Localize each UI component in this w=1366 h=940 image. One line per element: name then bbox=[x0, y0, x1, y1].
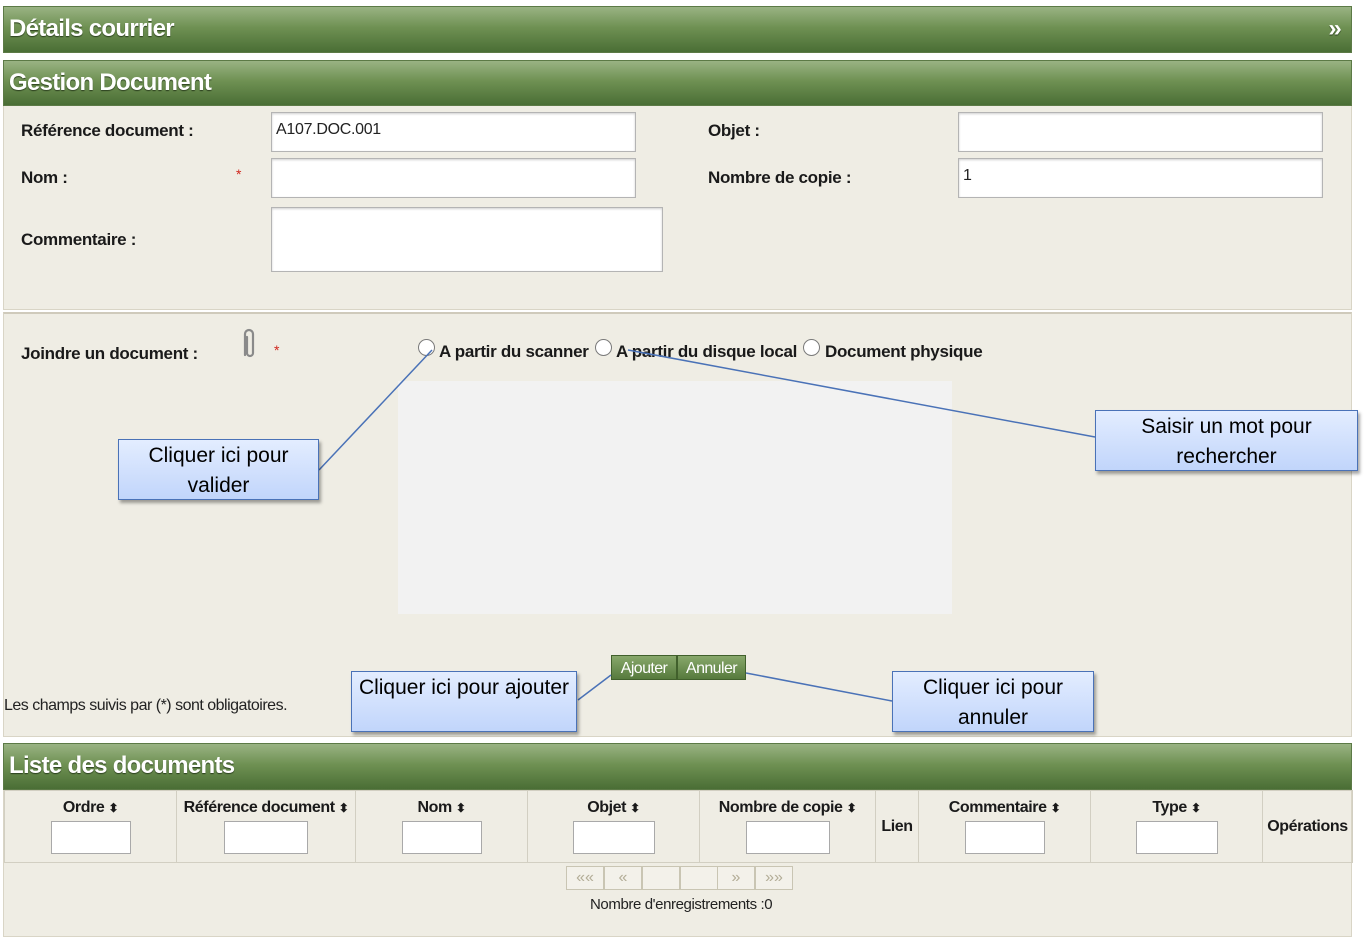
required-star: * bbox=[236, 166, 242, 182]
callout-rechercher: Saisir un mot pour rechercher bbox=[1095, 410, 1358, 471]
document-physique-option-label[interactable]: Document physique bbox=[825, 342, 983, 362]
column-operations: Opérations bbox=[1262, 790, 1353, 863]
callout-valider: Cliquer ici pour valider bbox=[118, 439, 319, 500]
commentaire-textarea[interactable] bbox=[271, 207, 663, 272]
column-nom-label: Nom bbox=[417, 799, 452, 816]
callout-ajouter: Cliquer ici pour ajouter bbox=[351, 671, 577, 732]
ajouter-button[interactable]: Ajouter bbox=[611, 655, 677, 680]
filter-type-input[interactable] bbox=[1135, 821, 1218, 854]
objet-input[interactable] bbox=[958, 112, 1323, 152]
filter-reference-input[interactable] bbox=[224, 821, 308, 854]
column-copies-label: Nombre de copie bbox=[718, 799, 843, 816]
reference-label: Référence document : bbox=[21, 121, 194, 140]
filter-ordre-input[interactable] bbox=[50, 821, 131, 854]
sort-icon[interactable]: ⬍ bbox=[456, 801, 466, 815]
objet-label: Objet : bbox=[708, 121, 760, 140]
liste-documents-header: Liste des documents bbox=[3, 743, 1352, 790]
column-nom[interactable]: Nom ⬍ bbox=[355, 790, 528, 863]
column-type-label: Type bbox=[1152, 799, 1187, 816]
pager-prev-button[interactable]: « bbox=[604, 866, 642, 890]
filter-nom-input[interactable] bbox=[401, 821, 482, 854]
column-ordre[interactable]: Ordre ⬍ bbox=[4, 790, 177, 863]
column-operations-label: Opérations bbox=[1267, 817, 1348, 835]
disque-local-option-label[interactable]: A partir du disque local bbox=[616, 342, 797, 362]
sort-icon[interactable]: ⬍ bbox=[1191, 801, 1201, 815]
column-copies[interactable]: Nombre de copie ⬍ bbox=[699, 790, 876, 863]
required-fields-note: Les champs suivis par (*) sont obligatoi… bbox=[4, 697, 288, 714]
gestion-document-header: Gestion Document bbox=[3, 60, 1352, 106]
filter-commentaire-input[interactable] bbox=[964, 821, 1045, 854]
column-lien-label: Lien bbox=[881, 817, 913, 835]
scanner-option-label[interactable]: A partir du scanner bbox=[439, 342, 589, 362]
documents-table: Ordre ⬍ Référence document ⬍ Nom ⬍ Objet… bbox=[4, 790, 1353, 863]
copies-label: Nombre de copie : bbox=[708, 168, 852, 187]
sort-icon[interactable]: ⬍ bbox=[108, 801, 118, 815]
record-count: Nombre d'enregistrements :0 bbox=[590, 896, 773, 913]
details-courrier-header[interactable]: Détails courrier » bbox=[3, 6, 1352, 53]
column-type[interactable]: Type ⬍ bbox=[1090, 790, 1263, 863]
sort-icon[interactable]: ⬍ bbox=[630, 801, 640, 815]
column-reference-label: Référence document bbox=[183, 799, 335, 816]
paperclip-icon bbox=[243, 328, 255, 358]
expand-chevron-icon[interactable]: » bbox=[1328, 7, 1341, 51]
column-objet-label: Objet bbox=[587, 799, 627, 816]
liste-documents-title: Liste des documents bbox=[9, 752, 235, 779]
gestion-document-title: Gestion Document bbox=[9, 69, 212, 96]
column-commentaire-label: Commentaire bbox=[948, 799, 1047, 816]
sort-icon[interactable]: ⬍ bbox=[1051, 801, 1061, 815]
pager-page-slot bbox=[642, 866, 680, 890]
table-header-row: Ordre ⬍ Référence document ⬍ Nom ⬍ Objet… bbox=[4, 790, 1353, 863]
disque-local-radio[interactable] bbox=[595, 339, 612, 356]
joindre-label: Joindre un document : bbox=[21, 344, 198, 363]
column-ordre-label: Ordre bbox=[62, 799, 105, 816]
reference-input[interactable]: A107.DOC.001 bbox=[271, 112, 636, 152]
pager-last-button[interactable]: »» bbox=[755, 866, 793, 890]
pager-page-slot bbox=[680, 866, 718, 890]
pager-first-button[interactable]: «« bbox=[566, 866, 604, 890]
callout-annuler: Cliquer ici pour annuler bbox=[892, 671, 1094, 732]
sort-icon[interactable]: ⬍ bbox=[339, 801, 349, 815]
column-lien: Lien bbox=[875, 790, 919, 863]
details-courrier-title: Détails courrier bbox=[9, 15, 175, 42]
filter-objet-input[interactable] bbox=[572, 821, 655, 854]
sort-icon[interactable]: ⬍ bbox=[847, 801, 857, 815]
document-preview-area bbox=[398, 381, 952, 614]
commentaire-label: Commentaire : bbox=[21, 230, 137, 249]
column-objet[interactable]: Objet ⬍ bbox=[527, 790, 700, 863]
scanner-radio[interactable] bbox=[418, 339, 435, 356]
document-physique-radio[interactable] bbox=[803, 339, 820, 356]
filter-copies-input[interactable] bbox=[745, 821, 830, 854]
required-star: * bbox=[274, 342, 280, 358]
nom-input[interactable] bbox=[271, 158, 636, 198]
pager-next-button[interactable]: » bbox=[717, 866, 755, 890]
column-reference[interactable]: Référence document ⬍ bbox=[176, 790, 356, 863]
column-commentaire[interactable]: Commentaire ⬍ bbox=[918, 790, 1091, 863]
annuler-button[interactable]: Annuler bbox=[677, 655, 746, 680]
nom-label: Nom : bbox=[21, 168, 68, 187]
copies-input[interactable]: 1 bbox=[958, 158, 1323, 198]
